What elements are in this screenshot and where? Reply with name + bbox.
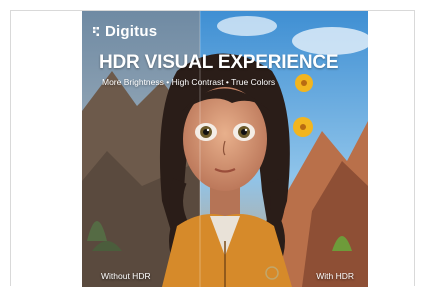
image-text-overlay: Digitus HDR VISUAL EXPERIENCE More Brigh… — [82, 11, 368, 287]
label-with-hdr: With HDR — [316, 271, 354, 281]
brand-name: Digitus — [105, 23, 158, 40]
brand-mark-icon — [93, 27, 102, 36]
headline: HDR VISUAL EXPERIENCE — [99, 52, 339, 73]
label-without-hdr: Without HDR — [101, 271, 151, 281]
subline: More Brightness • High Contrast • True C… — [102, 77, 276, 87]
brand-logo: Digitus — [93, 23, 157, 40]
product-image[interactable]: Digitus HDR VISUAL EXPERIENCE More Brigh… — [82, 11, 368, 287]
